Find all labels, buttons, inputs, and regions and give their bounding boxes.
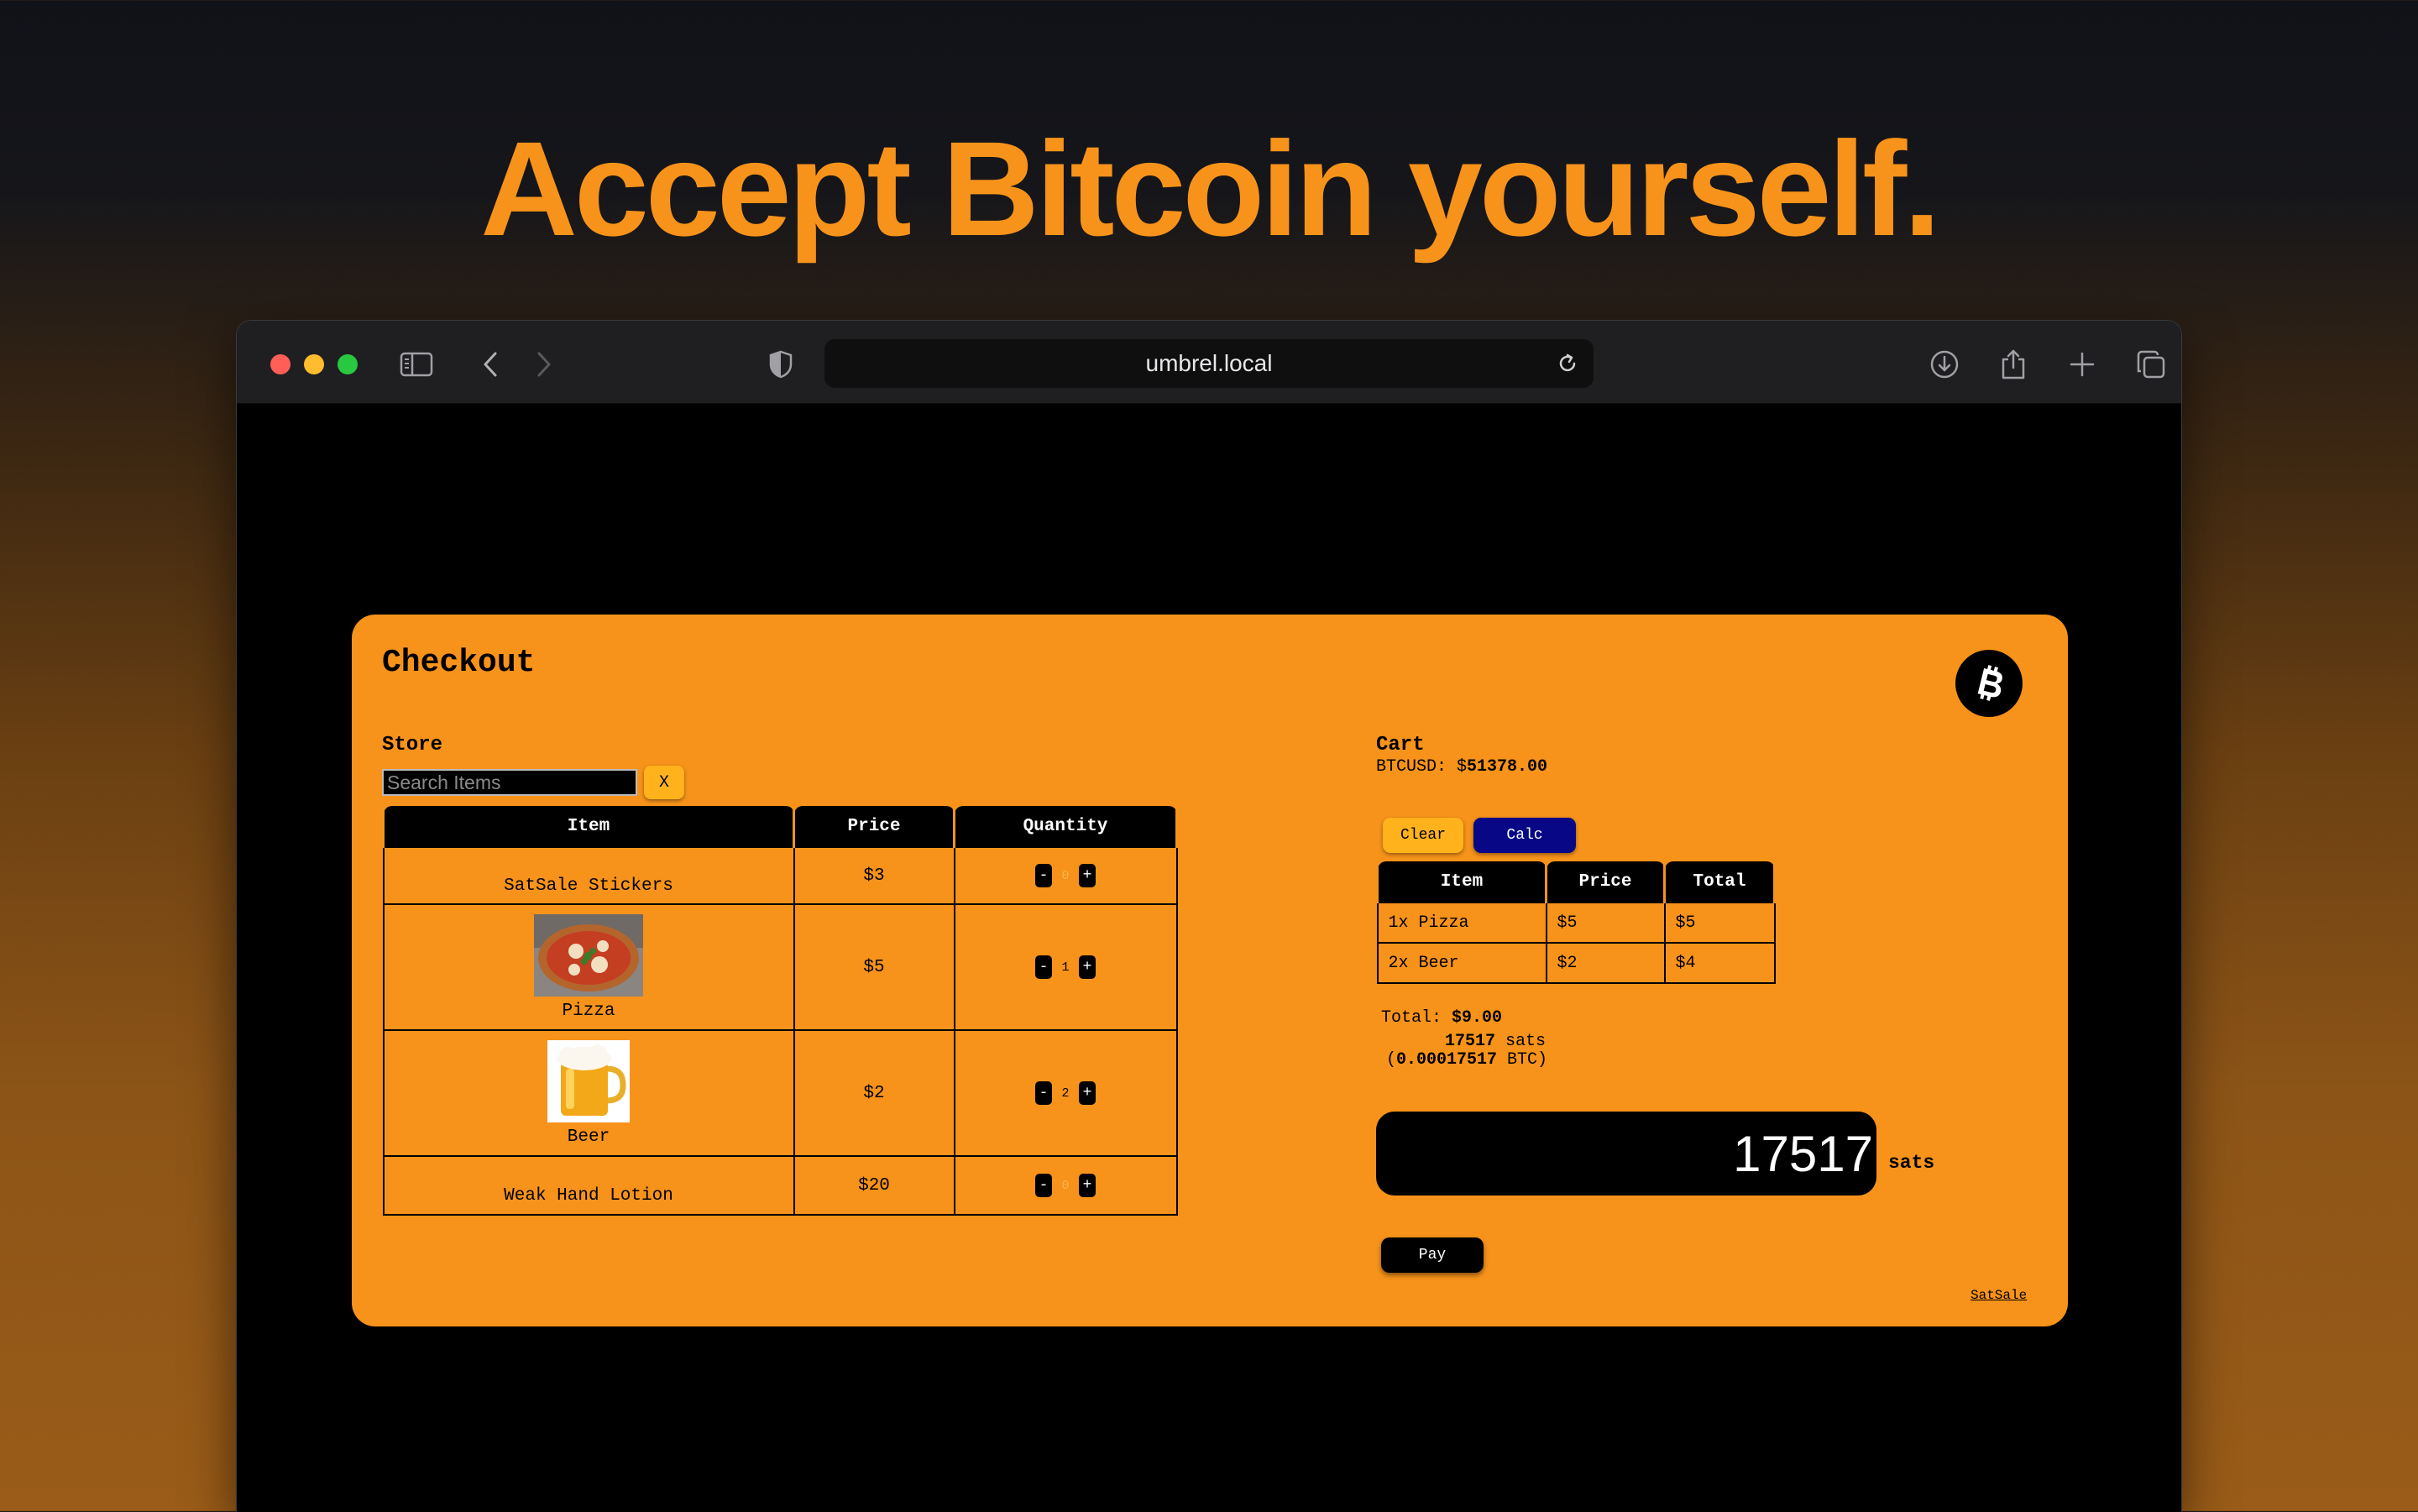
sats-word: sats [1495, 1032, 1547, 1051]
decrement-button[interactable]: - [1035, 955, 1052, 979]
clear-search-button[interactable]: X [644, 766, 684, 799]
cart-header-row: Item Price Total [1376, 861, 1776, 902]
new-tab-icon[interactable] [2064, 346, 2101, 383]
decrement-button[interactable]: - [1035, 1174, 1052, 1197]
reload-icon[interactable] [1552, 348, 1583, 379]
column-header-quantity: Quantity [953, 806, 1178, 847]
cart-total: $4 [1663, 942, 1776, 984]
item-name: Weak Hand Lotion [382, 1155, 795, 1216]
total-label: Total: [1381, 1008, 1452, 1028]
sats-unit-label: sats [1888, 1152, 1935, 1174]
pay-button[interactable]: Pay [1381, 1237, 1484, 1273]
tabs-icon[interactable] [2133, 346, 2169, 383]
sidebar-icon[interactable] [398, 346, 435, 383]
btc-value: 0.00017517 [1396, 1050, 1498, 1070]
cart-table: Item Price Total 1x Pizza $5 $5 2x Beer … [1376, 861, 1776, 984]
column-header-item: Item [1376, 861, 1547, 902]
item-cell: Beer [382, 1029, 795, 1157]
headline: Accept Bitcoin yourself. [480, 113, 1940, 264]
quantity-stepper: - 0 + [953, 846, 1178, 905]
item-name: SatSale Stickers [382, 846, 795, 905]
satsale-link[interactable]: SatSale [1971, 1288, 2027, 1303]
cart-label: Cart [1376, 734, 1425, 756]
item-price: $2 [793, 1029, 955, 1157]
quantity-value: 1 [1061, 960, 1070, 975]
item-price: $5 [793, 903, 955, 1031]
url-text: umbrel.local [1145, 350, 1273, 376]
browser-window: umbrel.local Checkout Store Search Items… [236, 320, 2182, 1512]
column-header-price: Price [793, 806, 955, 847]
increment-button[interactable]: + [1079, 864, 1096, 887]
sats-value: 17517 [1445, 1032, 1496, 1051]
close-window-button[interactable] [270, 354, 290, 374]
quantity-stepper: - 0 + [953, 1155, 1178, 1216]
table-row: Weak Hand Lotion $20 - 0 + [382, 1155, 1178, 1216]
forward-icon[interactable] [526, 346, 563, 383]
store-label: Store [382, 734, 443, 756]
cart-price: $2 [1545, 942, 1666, 984]
column-header-item: Item [382, 806, 795, 847]
cart-total: $5 [1663, 902, 1776, 944]
order-totals: Total: $9.00 17517 sats (0.00017517 BTC) [1381, 1009, 1547, 1070]
store-table: Item Price Quantity SatSale Stickers $3 … [382, 806, 1178, 1216]
sats-amount-display[interactable]: 17517 [1376, 1112, 1876, 1195]
table-row: 1x Pizza $5 $5 [1376, 902, 1776, 944]
decrement-button[interactable]: - [1035, 864, 1052, 887]
download-icon[interactable] [1926, 346, 1963, 383]
table-row: Beer $2 - 2 + [382, 1029, 1178, 1157]
quantity-value: 0 [1061, 868, 1070, 883]
pizza-image [534, 913, 643, 997]
item-cell: Pizza [382, 903, 795, 1031]
table-row: SatSale Stickers $3 - 0 + [382, 846, 1178, 905]
column-header-total: Total [1663, 861, 1776, 902]
address-bar[interactable]: umbrel.local [824, 339, 1594, 388]
rate-label: BTCUSD: $ [1376, 757, 1468, 777]
increment-button[interactable]: + [1079, 1174, 1096, 1197]
btc-open: ( [1386, 1050, 1397, 1070]
cart-item: 2x Beer [1376, 942, 1547, 984]
bitcoin-logo-icon [1955, 650, 2023, 717]
shield-icon[interactable] [762, 346, 799, 383]
search-input[interactable] [382, 769, 637, 796]
quantity-value: 0 [1061, 1178, 1070, 1193]
back-icon[interactable] [472, 346, 509, 383]
decrement-button[interactable]: - [1035, 1081, 1052, 1105]
quantity-value: 2 [1061, 1086, 1070, 1101]
column-header-price: Price [1545, 861, 1666, 902]
checkout-card: Checkout Store X Item Price Quantity [352, 615, 2068, 1326]
table-row: Pizza $5 - 1 + [382, 903, 1178, 1031]
browser-toolbar: umbrel.local [237, 321, 2181, 404]
total-value: $9.00 [1452, 1008, 1503, 1028]
table-row: 2x Beer $2 $4 [1376, 942, 1776, 984]
btc-close: BTC) [1497, 1050, 1548, 1070]
item-name: Beer [567, 1127, 610, 1147]
quantity-stepper: - 2 + [953, 1029, 1178, 1157]
quantity-stepper: - 1 + [953, 903, 1178, 1031]
btc-usd-rate: BTCUSD: $51378.00 [1376, 757, 1547, 777]
clear-cart-button[interactable]: Clear [1383, 818, 1463, 853]
item-price: $3 [793, 846, 955, 905]
cart-item: 1x Pizza [1376, 902, 1547, 944]
item-price: $20 [793, 1155, 955, 1216]
rate-value: 51378.00 [1467, 757, 1548, 777]
item-name: Pizza [562, 1001, 615, 1021]
beer-image [547, 1039, 630, 1122]
cart-price: $5 [1545, 902, 1666, 944]
maximize-window-button[interactable] [338, 354, 358, 374]
calc-button[interactable]: Calc [1473, 818, 1576, 853]
share-icon[interactable] [1995, 346, 2032, 383]
increment-button[interactable]: + [1079, 955, 1096, 979]
increment-button[interactable]: + [1079, 1081, 1096, 1105]
minimize-window-button[interactable] [304, 354, 324, 374]
store-header-row: Item Price Quantity [382, 806, 1178, 847]
page-title: Checkout [382, 645, 536, 681]
